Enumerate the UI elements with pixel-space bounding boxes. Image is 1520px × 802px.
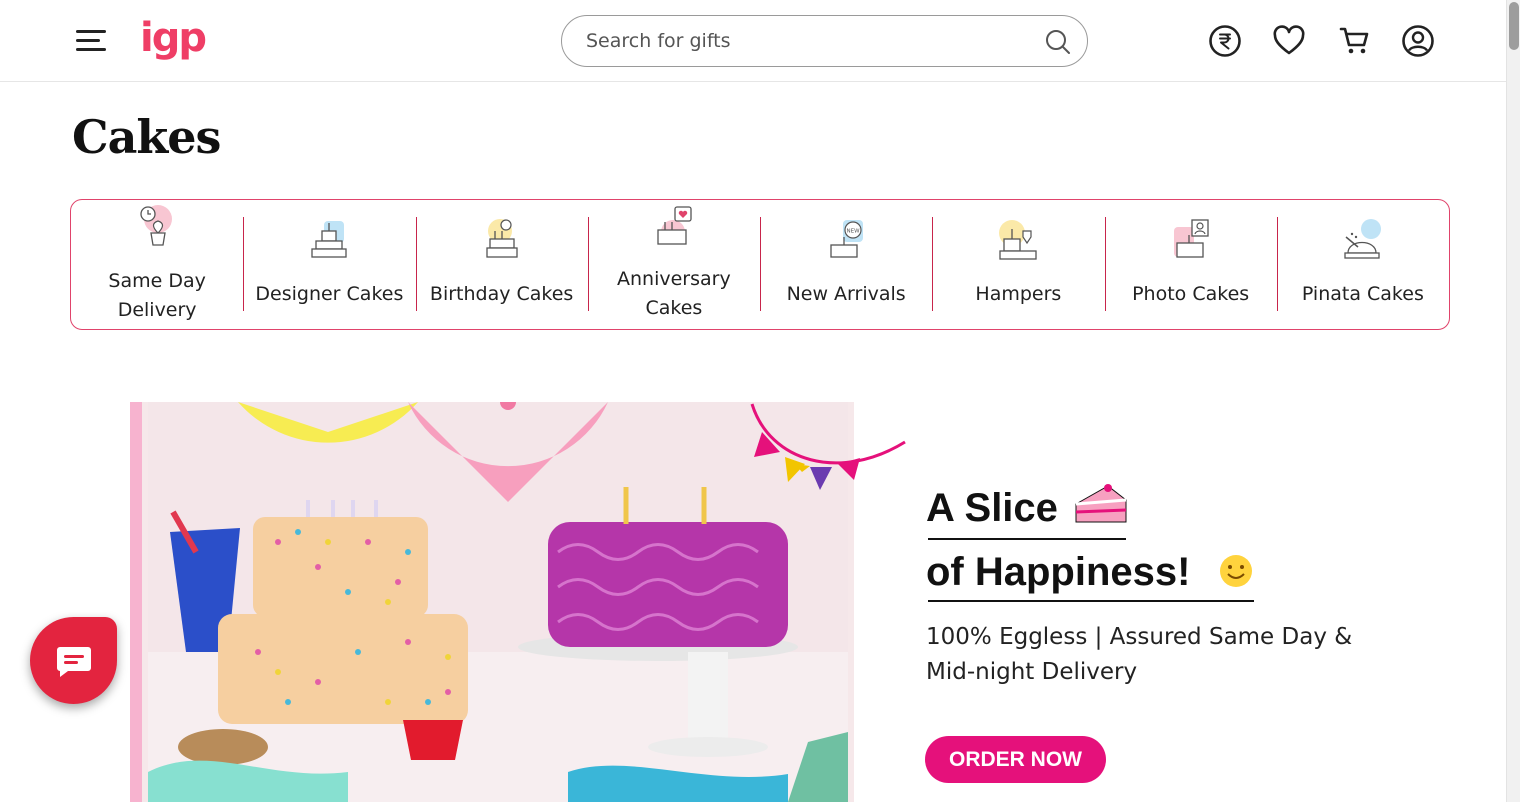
banner-accent-stripe xyxy=(130,402,142,802)
category-hampers[interactable]: Hampers xyxy=(932,200,1104,329)
hamper-icon xyxy=(999,220,1038,260)
account-icon[interactable] xyxy=(1401,24,1435,58)
category-new-arrivals[interactable]: NEW New Arrivals xyxy=(760,200,932,329)
category-label: Hampers xyxy=(975,283,1062,305)
category-label: Same Day xyxy=(108,270,206,292)
hero-banner[interactable]: A Slice of Happiness! 100% Eggless | Ass… xyxy=(130,402,1430,802)
headline-underline-1 xyxy=(928,538,1126,540)
category-label: Delivery xyxy=(117,299,197,321)
cart-icon[interactable] xyxy=(1338,24,1372,58)
bunting-decoration xyxy=(750,403,906,490)
category-anniversary-cakes[interactable]: Anniversary Cakes xyxy=(587,200,760,329)
category-pinata-cakes[interactable]: Pinata Cakes xyxy=(1276,200,1449,329)
subtext-line2: Mid-night Delivery xyxy=(926,659,1138,685)
search-icon[interactable] xyxy=(1045,29,1071,55)
category-label: Anniversary xyxy=(617,268,731,290)
category-birthday-cakes[interactable]: Birthday Cakes xyxy=(415,200,588,329)
banner-headline-line2: of Happiness! xyxy=(926,550,1191,594)
birthday-cake-balloon-icon xyxy=(485,219,518,258)
anniversary-cake-calendar-icon xyxy=(657,206,692,245)
category-label: New Arrivals xyxy=(786,283,906,305)
order-now-button[interactable]: ORDER NOW xyxy=(925,736,1106,783)
site-header: igp xyxy=(0,0,1506,82)
category-label: Cakes xyxy=(645,297,703,319)
headline-underline-2 xyxy=(928,600,1254,602)
cake-slice-icon xyxy=(1075,484,1127,523)
heart-icon[interactable] xyxy=(1272,24,1306,58)
chat-icon xyxy=(57,647,91,677)
category-label: Birthday Cakes xyxy=(429,283,574,305)
tiered-cake-icon xyxy=(311,221,348,258)
search-input[interactable] xyxy=(586,28,1026,54)
category-same-day-delivery[interactable]: Same Day Delivery xyxy=(71,200,243,329)
chat-button[interactable] xyxy=(30,617,117,704)
new-cake-icon: NEW xyxy=(830,220,864,258)
category-strip: Same Day Delivery Designer Cakes Birthda… xyxy=(70,199,1450,330)
photo-cake-icon xyxy=(1173,219,1209,258)
page-title: Cakes xyxy=(72,110,221,164)
smiley-icon xyxy=(1220,555,1252,587)
scroll-thumb[interactable] xyxy=(1509,2,1519,50)
category-photo-cakes[interactable]: Photo Cakes xyxy=(1104,200,1277,329)
banner-headline-line1: A Slice xyxy=(926,486,1058,530)
pinata-cake-icon xyxy=(1344,219,1381,259)
category-label: Photo Cakes xyxy=(1132,283,1250,305)
rupee-icon[interactable] xyxy=(1208,24,1242,58)
svg-text:NEW: NEW xyxy=(847,229,861,235)
search-bar xyxy=(561,15,1088,67)
category-label: Pinata Cakes xyxy=(1301,283,1424,305)
plant-clock-icon xyxy=(140,205,173,246)
category-label: Designer Cakes xyxy=(255,283,404,305)
banner-subtext: 100% Eggless | Assured Same Day & Mid-ni… xyxy=(926,620,1376,690)
page-scrollbar[interactable] xyxy=(1506,0,1520,802)
subtext-line1: 100% Eggless | Assured Same Day & xyxy=(926,624,1353,650)
cakes-banner-image xyxy=(142,402,854,802)
igp-logo[interactable]: igp xyxy=(140,14,207,62)
category-designer-cakes[interactable]: Designer Cakes xyxy=(243,200,415,329)
menu-icon[interactable] xyxy=(74,27,108,55)
